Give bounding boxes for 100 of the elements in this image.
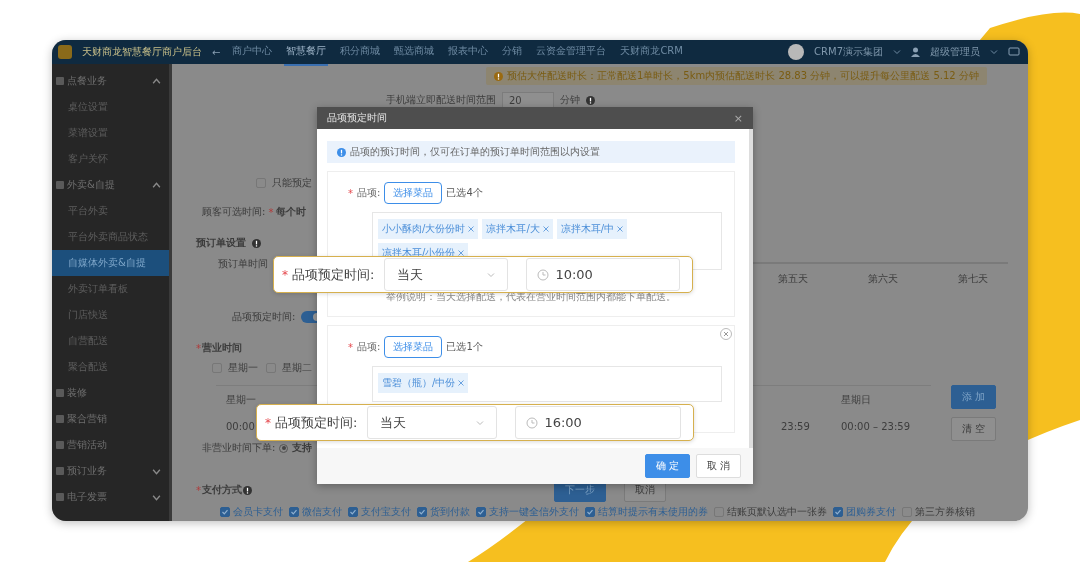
radio-label: 支持: [292, 441, 313, 455]
selected-count: 已选1个: [446, 340, 483, 354]
close-icon[interactable]: [468, 226, 475, 232]
sidebar-group[interactable]: 预订业务: [52, 458, 169, 484]
caret-icon: [990, 48, 998, 56]
checkbox[interactable]: [289, 507, 299, 517]
select-dishes-button[interactable]: 选择菜品: [384, 182, 443, 204]
cancel-button[interactable]: 取 消: [695, 454, 741, 478]
user-icon: [911, 47, 920, 57]
field-label: 手机端立即配送时间范围: [386, 93, 496, 107]
checkbox-label: 团购券支付: [846, 505, 896, 519]
sidebar-group[interactable]: 外卖&自提: [52, 172, 169, 198]
info-icon: [252, 238, 261, 248]
required-mark: *: [265, 415, 271, 430]
time-field[interactable]: 16:00: [515, 406, 682, 439]
checkbox[interactable]: [348, 507, 358, 517]
close-icon[interactable]: [458, 380, 465, 386]
field-label: 品项预定时间:: [232, 310, 296, 324]
day-select[interactable]: 当天: [384, 258, 509, 291]
dish-tag: 凉拌木耳/大: [482, 219, 553, 239]
app-title: 天财商龙智慧餐厅商户后台: [82, 45, 202, 59]
nav-tab[interactable]: 天财商龙CRM: [618, 40, 685, 66]
caret-icon: [893, 48, 901, 56]
table-cell: 23:59: [781, 421, 810, 432]
field-label: 预订单时间: [218, 257, 268, 271]
required-mark: *: [348, 187, 353, 199]
select-dishes-button[interactable]: 选择菜品: [384, 336, 443, 358]
close-icon[interactable]: [720, 328, 732, 340]
nav-tab[interactable]: 分销: [500, 40, 525, 66]
field-label: 品项:: [357, 340, 381, 354]
screen-icon[interactable]: [1008, 47, 1020, 57]
chevron-icon: [487, 270, 496, 279]
dish-tag: 小小酥肉/大份份时: [378, 219, 479, 239]
confirm-button[interactable]: 确 定: [644, 454, 690, 478]
required-mark: *: [268, 206, 274, 218]
required-mark: *: [282, 267, 288, 282]
info-icon: [494, 71, 503, 81]
dish-tag: 凉拌木耳/中: [556, 219, 628, 239]
required-mark: *: [348, 341, 353, 353]
number-field[interactable]: 20: [502, 92, 554, 108]
nav-tab[interactable]: 积分商城: [338, 40, 383, 66]
required-mark: *: [196, 484, 201, 496]
nav-tab[interactable]: 云资金管理平台: [534, 40, 609, 66]
checkbox-label: 只能预定: [272, 176, 312, 190]
checkbox[interactable]: [220, 507, 230, 517]
clock-icon: [537, 268, 550, 281]
menu-group-icon: [56, 181, 64, 189]
field-label: 品项:: [357, 186, 381, 200]
field-label: 品项预定时间:: [292, 265, 375, 284]
info-icon: [243, 485, 252, 495]
section-title: 预订单设置: [196, 236, 246, 250]
menu-group-icon: [56, 441, 64, 449]
nav-tab[interactable]: 报表中心: [446, 40, 491, 66]
dish-tag: 雪碧（瓶）/中份: [378, 373, 469, 393]
checkbox[interactable]: [417, 507, 427, 517]
field-label: 顾客可选时间:: [202, 205, 266, 219]
logo-icon: [58, 45, 72, 59]
add-button[interactable]: 添 加: [951, 385, 997, 409]
time-field[interactable]: 10:00: [526, 258, 681, 291]
close-icon[interactable]: [542, 226, 549, 232]
field-label: 品项预定时间:: [275, 413, 358, 432]
unit-label: 分钟: [560, 93, 580, 107]
avatar[interactable]: [788, 44, 805, 60]
close-icon[interactable]: [617, 226, 624, 232]
org-switcher[interactable]: CRM7演示集团: [814, 45, 883, 59]
close-icon[interactable]: [458, 250, 465, 256]
nav-tab[interactable]: 商户中心: [230, 40, 275, 66]
table-cell: 00:00 – 23:59: [841, 421, 910, 432]
menu-group-icon: [56, 389, 64, 397]
user-menu[interactable]: 超级管理员: [930, 45, 980, 59]
column-header: 星期日: [841, 393, 871, 407]
clear-button[interactable]: 清 空: [951, 417, 997, 441]
menu-group-icon: [56, 467, 64, 475]
checkbox-label: 会员卡支付: [233, 505, 283, 519]
back-button[interactable]: ←: [212, 46, 221, 58]
sidebar-group[interactable]: 装修: [52, 380, 169, 406]
notice-banner: 预估大件配送时长：正常配送1单时长，5km内预估配送时长 28.83 分钟，可以提升每公里配送 5.12 分钟: [486, 67, 987, 85]
day-label: 第六天: [868, 272, 898, 286]
checkbox[interactable]: [476, 507, 486, 517]
field-label: 非营业时间下单:: [202, 441, 276, 455]
menu-group-icon: [56, 77, 64, 85]
selected-count: 已选4个: [446, 186, 483, 200]
checkbox[interactable]: [833, 507, 843, 517]
nav-tab[interactable]: 智慧餐厅: [284, 40, 329, 66]
sidebar-group[interactable]: 电子发票: [52, 484, 169, 510]
menu-group-icon: [56, 493, 64, 501]
checkbox[interactable]: [585, 507, 595, 517]
sidebar-item[interactable]: 自媒体外卖&自提: [52, 250, 169, 276]
checkbox-label: 结算时提示有未使用的券: [598, 505, 708, 519]
section-title: 营业时间: [202, 341, 242, 355]
sidebar-group[interactable]: 点餐业务: [52, 68, 169, 94]
close-button[interactable]: ×: [733, 111, 743, 125]
info-text: 品项的预订时间，仅可在订单的预订单时间范围以内设置: [350, 145, 600, 159]
checkbox-label: 第三方券核销: [915, 505, 975, 519]
required-mark: *: [196, 342, 201, 354]
day-select[interactable]: 当天: [367, 406, 498, 439]
dialog-title: 品项预定时间: [327, 111, 387, 125]
table-cell: 00:00: [226, 421, 255, 432]
info-icon: [337, 147, 346, 157]
nav-tab[interactable]: 甄选商城: [392, 40, 437, 66]
